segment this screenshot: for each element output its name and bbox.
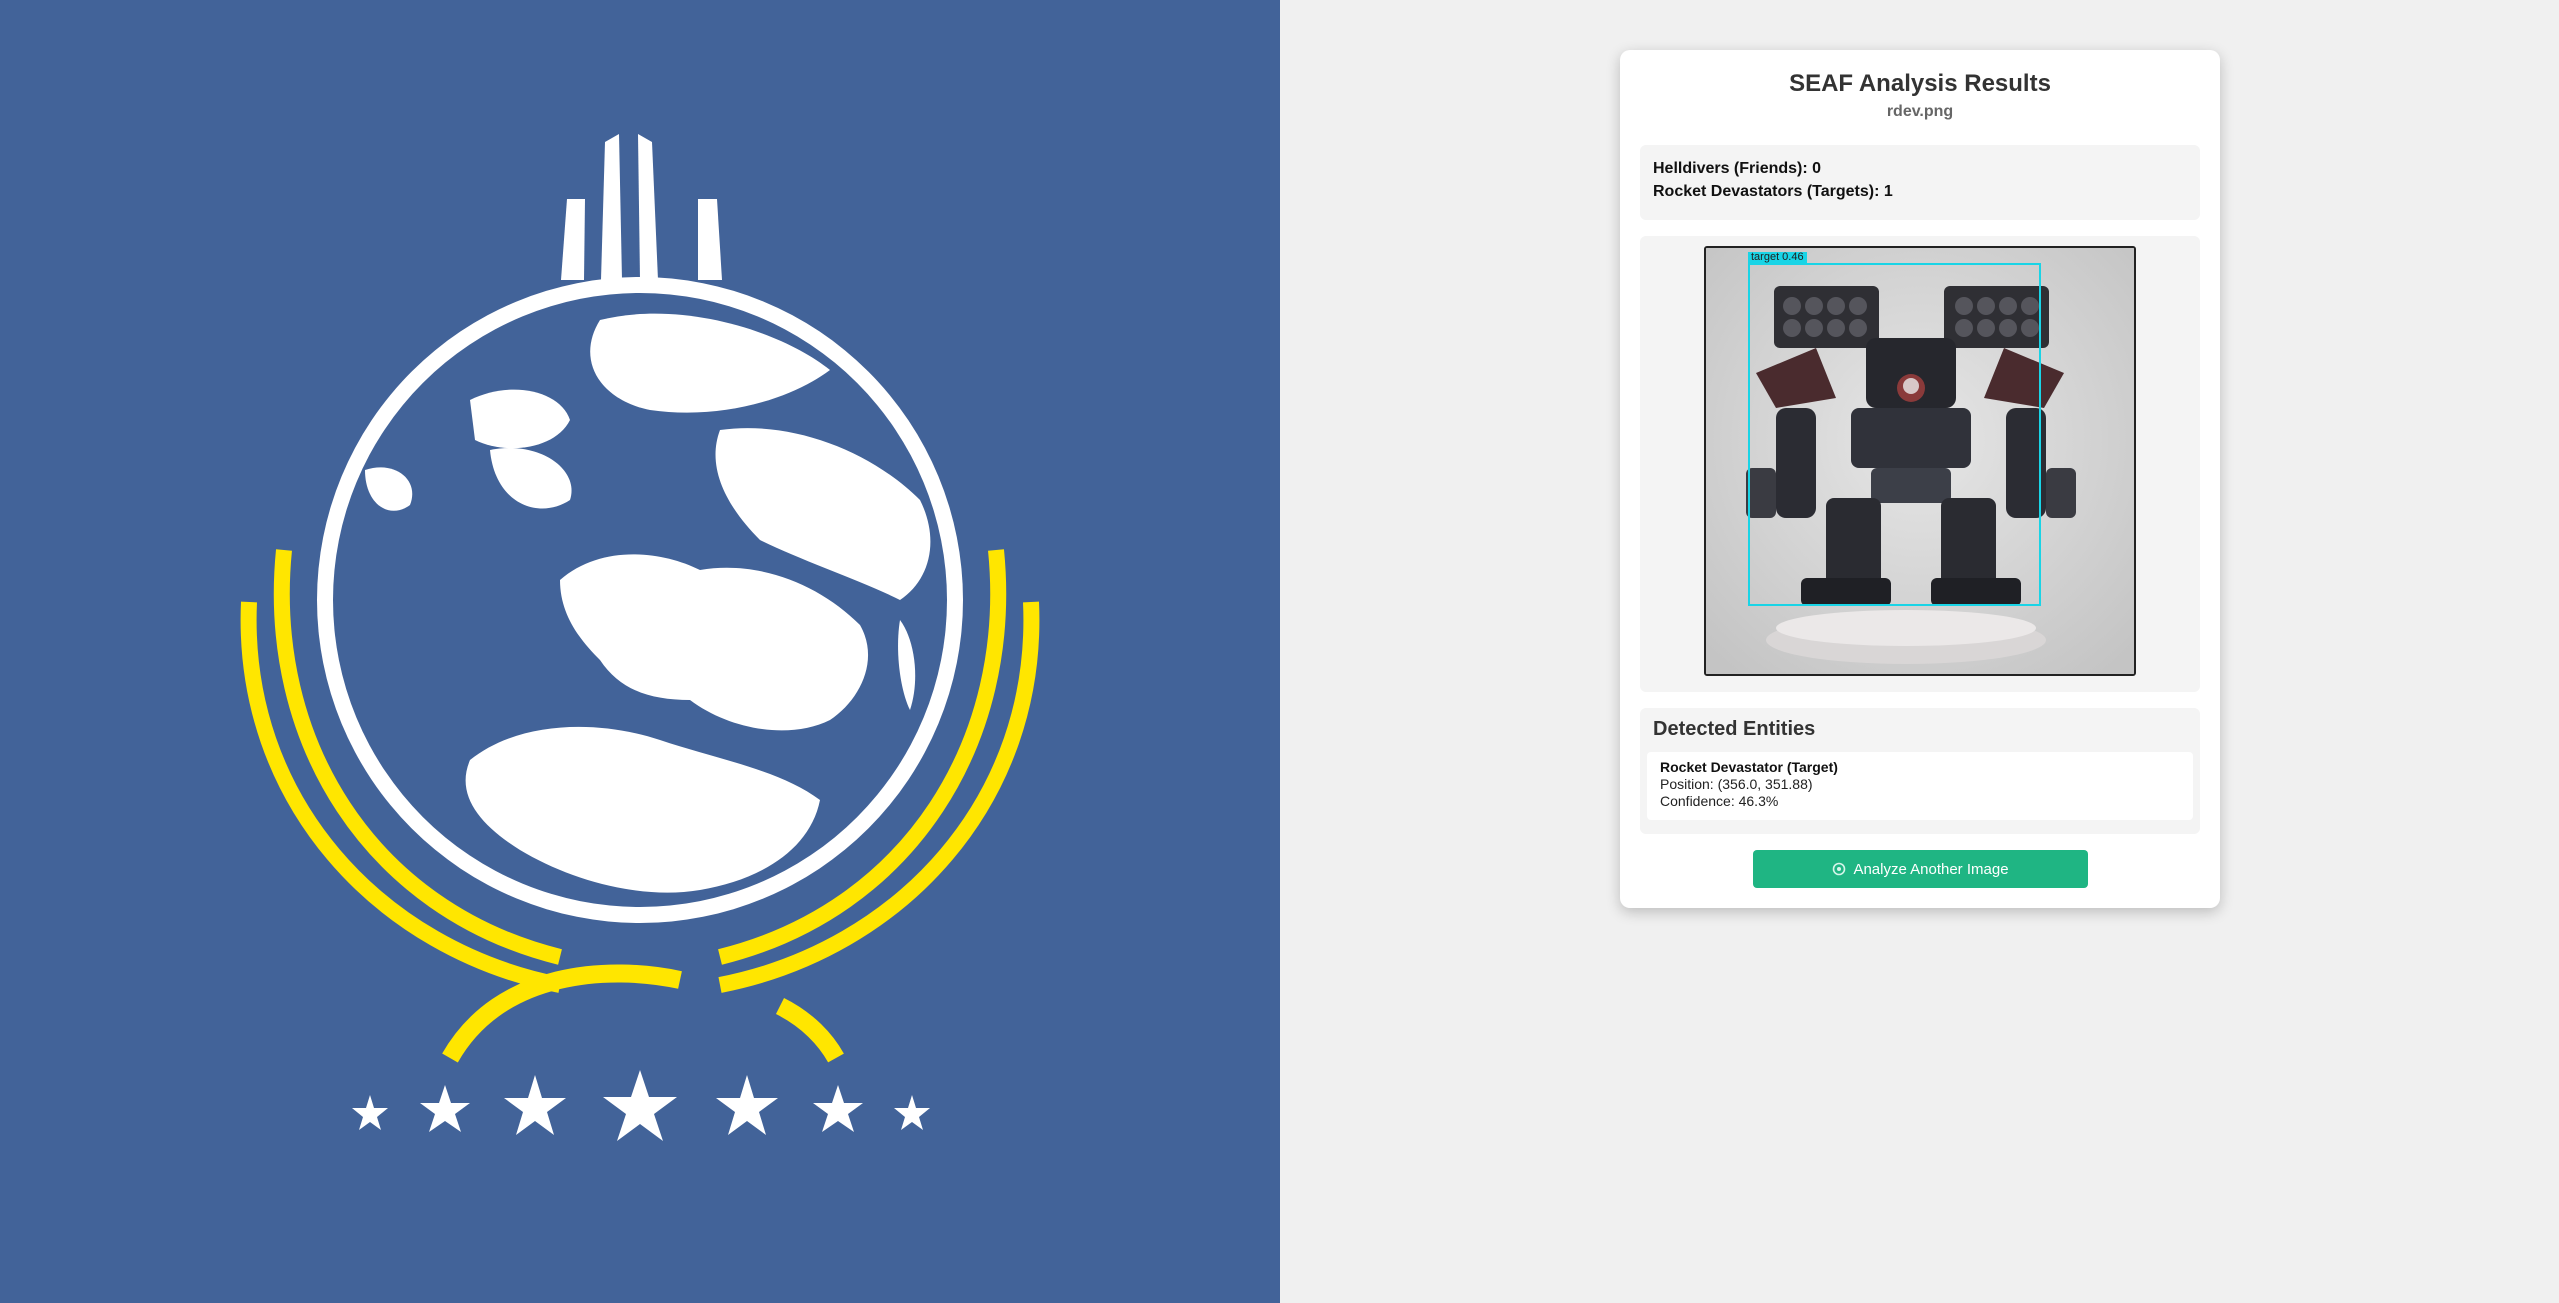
entity-item: Rocket Devastator (Target) Position: (35… (1647, 752, 2193, 820)
friends-count: Helldivers (Friends): 0 (1653, 160, 1822, 177)
analyze-another-image-button[interactable]: Analyze Another Image (1753, 850, 2088, 888)
analyze-button-label: Analyze Another Image (1853, 860, 2009, 878)
detection-summary: Helldivers (Friends): 0 Rocket Devastato… (1640, 145, 2200, 220)
analyze-icon (1832, 862, 1846, 876)
entity-position: Position: (356.0, 351.88) (1660, 776, 1813, 792)
detection-image-panel: target 0.46 (1640, 236, 2200, 692)
detection-image: target 0.46 (1704, 246, 2136, 676)
detection-box-label: target 0.46 (1748, 252, 1807, 263)
results-filename: rdev.png (1886, 103, 1954, 120)
detected-entities-heading: Detected Entities (1653, 718, 1816, 740)
detected-entities-section: Detected Entities Rocket Devastator (Tar… (1640, 708, 2200, 834)
seaf-emblem-icon (240, 134, 1040, 1141)
detection-bounding-box (1748, 263, 2041, 606)
targets-count: Rocket Devastators (Targets): 1 (1653, 183, 1893, 200)
analysis-results-card: SEAF Analysis Results rdev.png Helldiver… (1620, 50, 2220, 908)
entity-confidence: Confidence: 46.3% (1660, 793, 1779, 809)
results-title: SEAF Analysis Results (1789, 70, 2051, 97)
seaf-emblem-panel (0, 0, 1280, 1303)
entity-name: Rocket Devastator (Target) (1660, 759, 1838, 775)
